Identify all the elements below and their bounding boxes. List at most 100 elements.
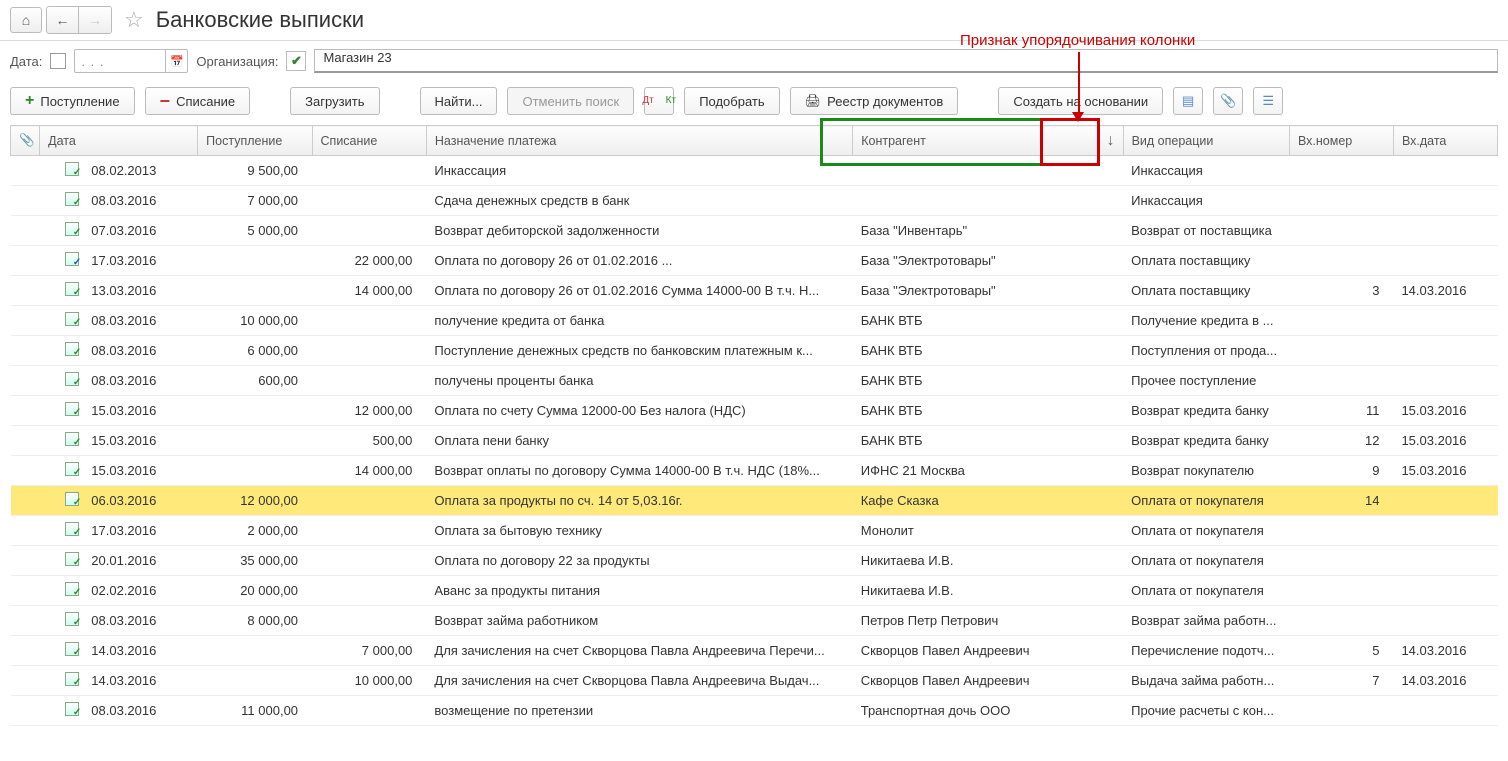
document-icon xyxy=(65,312,79,326)
table-row[interactable]: 08.03.201611 000,00возмещение по претенз… xyxy=(11,696,1498,726)
col-attach[interactable]: 📎 xyxy=(11,126,40,156)
cell-in xyxy=(198,276,312,306)
cell-purpose: Для зачисления на счет Скворцова Павла А… xyxy=(426,636,852,666)
cell-in: 20 000,00 xyxy=(198,576,312,606)
receipt-button[interactable]: +Поступление xyxy=(10,87,135,115)
cell-icon xyxy=(40,276,84,306)
cell-icon xyxy=(40,546,84,576)
cancel-search-button[interactable]: Отменить поиск xyxy=(507,87,634,115)
registry-button[interactable]: 🖨Реестр документов xyxy=(790,87,959,115)
table-row[interactable]: 08.03.20166 000,00Поступление денежных с… xyxy=(11,336,1498,366)
table-row[interactable]: 08.03.20168 000,00Возврат займа работник… xyxy=(11,606,1498,636)
dtkt-button[interactable]: ДтКт xyxy=(644,87,674,115)
col-in[interactable]: Поступление xyxy=(198,126,312,156)
cell-in: 6 000,00 xyxy=(198,336,312,366)
filter-bar: Дата: . . . 📅 Организация: ✔ Магазин 23 xyxy=(0,41,1508,81)
table-row[interactable]: 14.03.201610 000,00Для зачисления на сче… xyxy=(11,666,1498,696)
document-icon xyxy=(65,552,79,566)
table-row[interactable]: 15.03.2016500,00Оплата пени банкуБАНК ВТ… xyxy=(11,426,1498,456)
cell-op: Прочие расчеты с кон... xyxy=(1123,696,1289,726)
cell-purpose: Возврат дебиторской задолженности xyxy=(426,216,852,246)
pick-button[interactable]: Подобрать xyxy=(684,87,779,115)
table-row[interactable]: 08.03.20167 000,00Сдача денежных средств… xyxy=(11,186,1498,216)
cell-out xyxy=(312,696,426,726)
col-op[interactable]: Вид операции xyxy=(1123,126,1289,156)
writeoff-button[interactable]: −Списание xyxy=(145,87,251,115)
cell-date: 08.03.2016 xyxy=(83,366,197,396)
cell-purpose: Возврат оплаты по договору Сумма 14000-0… xyxy=(426,456,852,486)
table-row[interactable]: 17.03.201622 000,00Оплата по договору 26… xyxy=(11,246,1498,276)
col-date[interactable]: Дата xyxy=(40,126,198,156)
find-button[interactable]: Найти... xyxy=(420,87,498,115)
table-row[interactable]: 17.03.20162 000,00Оплата за бытовую техн… xyxy=(11,516,1498,546)
date-filter-checkbox[interactable] xyxy=(50,53,66,69)
statements-table: 📎 Дата Поступление Списание Назначение п… xyxy=(10,125,1498,726)
date-filter-label: Дата: xyxy=(10,54,42,69)
org-filter-input[interactable]: Магазин 23 xyxy=(314,49,1498,73)
report-button[interactable]: ▤ xyxy=(1173,87,1203,115)
forward-button[interactable]: → xyxy=(79,7,111,33)
cell-in: 8 000,00 xyxy=(198,606,312,636)
cell-op: Возврат от поставщика xyxy=(1123,216,1289,246)
create-based-button[interactable]: Создать на основании xyxy=(998,87,1163,115)
cell-num: 7 xyxy=(1289,666,1393,696)
list-icon: ☰ xyxy=(1262,93,1274,109)
cell-indate xyxy=(1393,306,1497,336)
document-icon xyxy=(65,342,79,356)
cell-indate xyxy=(1393,156,1497,186)
cell-indate xyxy=(1393,336,1497,366)
date-filter-input[interactable]: . . . 📅 xyxy=(74,49,188,73)
table-row[interactable]: 08.02.20139 500,00ИнкассацияИнкассация xyxy=(11,156,1498,186)
cell-attach xyxy=(11,276,40,306)
print-icon: 🖨 xyxy=(805,93,822,109)
col-purpose[interactable]: Назначение платежа xyxy=(426,126,852,156)
cell-in xyxy=(198,246,312,276)
cell-op: Оплата от покупателя xyxy=(1123,546,1289,576)
cell-date: 15.03.2016 xyxy=(83,456,197,486)
favorite-star-icon[interactable]: ☆ xyxy=(116,7,152,33)
table-row[interactable]: 13.03.201614 000,00Оплата по договору 26… xyxy=(11,276,1498,306)
cell-attach xyxy=(11,456,40,486)
toolbar: +Поступление −Списание Загрузить Найти..… xyxy=(0,81,1508,125)
cell-op: Оплата поставщику xyxy=(1123,246,1289,276)
home-button[interactable]: ⌂ xyxy=(10,7,42,33)
cell-indate: 15.03.2016 xyxy=(1393,426,1497,456)
cell-out: 22 000,00 xyxy=(312,246,426,276)
cell-op: Инкассация xyxy=(1123,156,1289,186)
load-button[interactable]: Загрузить xyxy=(290,87,379,115)
cell-agent: Петров Петр Петрович xyxy=(853,606,1123,636)
cell-purpose: Оплата за бытовую технику xyxy=(426,516,852,546)
cell-purpose: получены проценты банка xyxy=(426,366,852,396)
cell-in xyxy=(198,666,312,696)
col-indate[interactable]: Вх.дата xyxy=(1393,126,1497,156)
calendar-icon[interactable]: 📅 xyxy=(165,50,187,72)
cell-attach xyxy=(11,246,40,276)
list-button[interactable]: ☰ xyxy=(1253,87,1283,115)
table-row[interactable]: 15.03.201614 000,00Возврат оплаты по дог… xyxy=(11,456,1498,486)
cell-agent: БАНК ВТБ xyxy=(853,306,1123,336)
table-row[interactable]: 06.03.201612 000,00Оплата за продукты по… xyxy=(11,486,1498,516)
back-button[interactable]: ← xyxy=(47,7,79,33)
table-row[interactable]: 08.03.2016600,00получены проценты банкаБ… xyxy=(11,366,1498,396)
table-row[interactable]: 08.03.201610 000,00получение кредита от … xyxy=(11,306,1498,336)
cell-icon xyxy=(40,246,84,276)
cell-purpose: Инкассация xyxy=(426,156,852,186)
attach-button[interactable]: 📎 xyxy=(1213,87,1243,115)
org-filter-checkbox[interactable]: ✔ xyxy=(286,51,306,71)
col-num[interactable]: Вх.номер xyxy=(1289,126,1393,156)
cell-icon xyxy=(40,636,84,666)
cell-indate: 15.03.2016 xyxy=(1393,456,1497,486)
table-row[interactable]: 14.03.20167 000,00Для зачисления на счет… xyxy=(11,636,1498,666)
document-icon xyxy=(65,702,79,716)
table-row[interactable]: 02.02.201620 000,00Аванс за продукты пит… xyxy=(11,576,1498,606)
cell-date: 06.03.2016 xyxy=(83,486,197,516)
document-icon xyxy=(65,492,79,506)
table-row[interactable]: 07.03.20165 000,00Возврат дебиторской за… xyxy=(11,216,1498,246)
cell-date: 14.03.2016 xyxy=(83,666,197,696)
table-row[interactable]: 20.01.201635 000,00Оплата по договору 22… xyxy=(11,546,1498,576)
cell-op: Перечисление подотч... xyxy=(1123,636,1289,666)
cell-out xyxy=(312,186,426,216)
table-row[interactable]: 15.03.201612 000,00Оплата по счету Сумма… xyxy=(11,396,1498,426)
col-out[interactable]: Списание xyxy=(312,126,426,156)
col-agent[interactable]: Контрагент ↓ xyxy=(853,126,1123,156)
